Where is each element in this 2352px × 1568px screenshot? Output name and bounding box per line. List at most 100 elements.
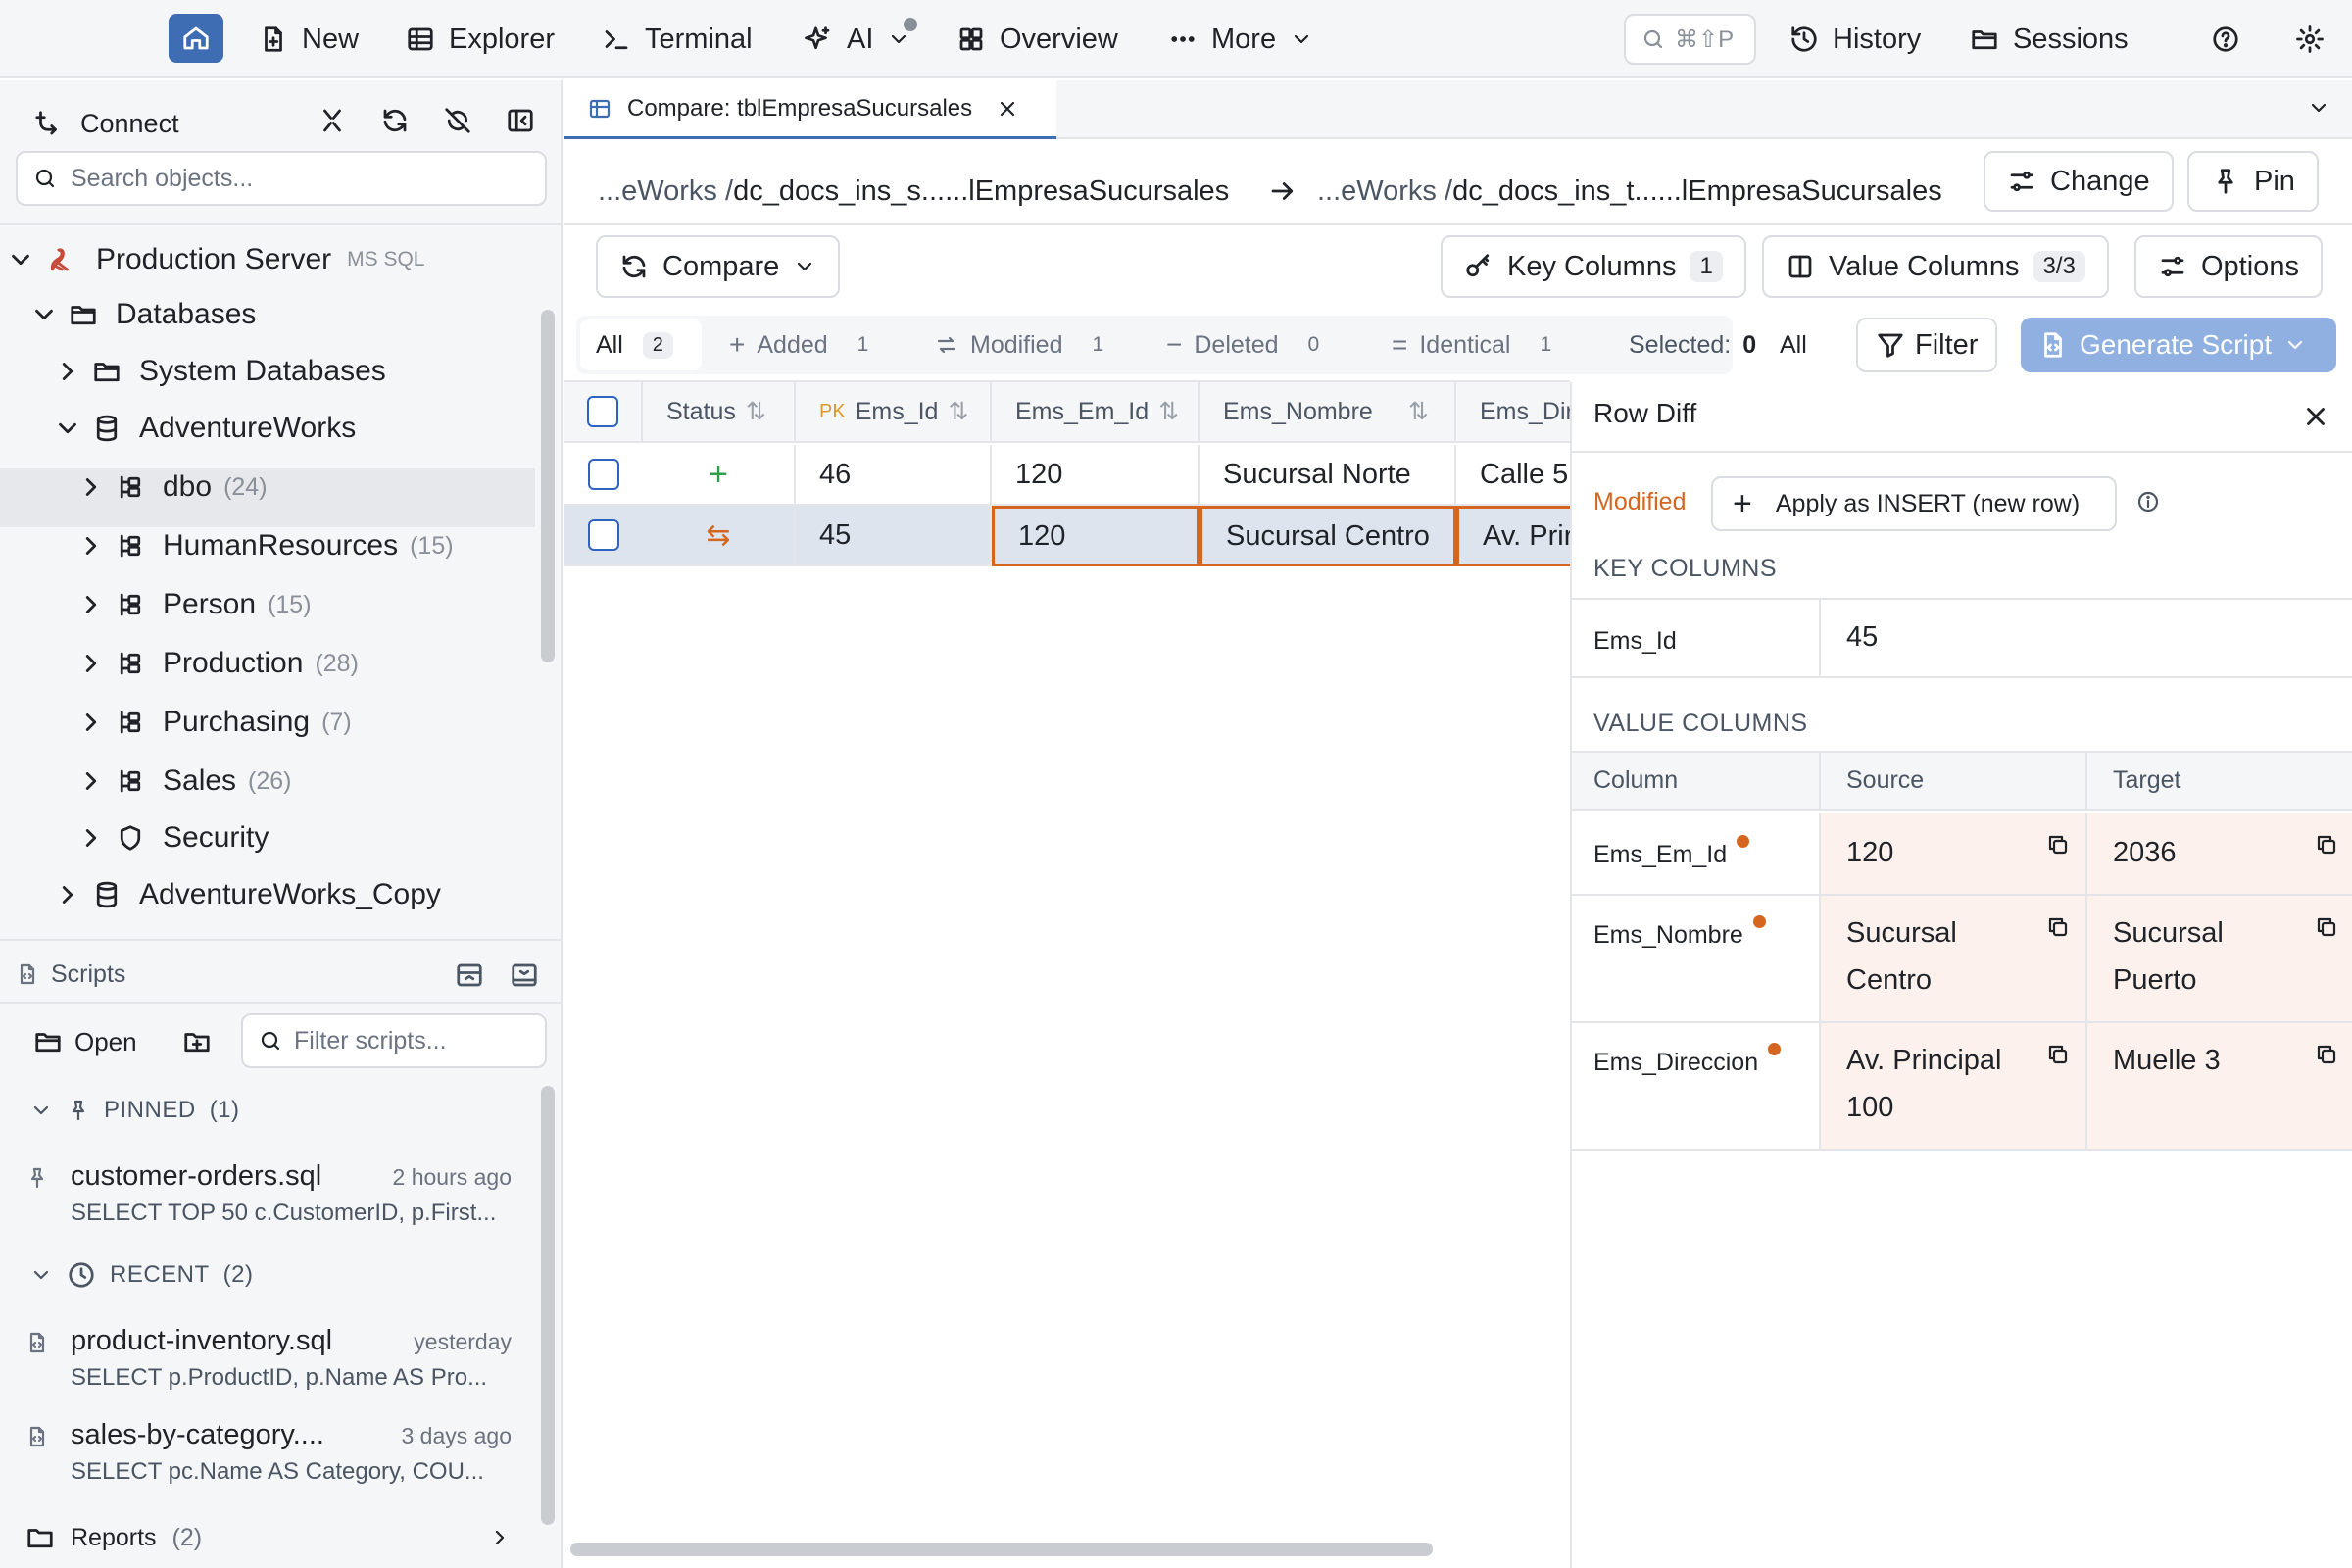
expand-panel-button[interactable] <box>510 960 539 990</box>
settings-button[interactable] <box>2289 12 2330 67</box>
script-item[interactable]: sales-by-category.... 3 days ago SELECT … <box>0 1419 545 1507</box>
terminal-button[interactable]: Terminal <box>596 12 759 67</box>
copy-icon[interactable] <box>2046 1043 2070 1066</box>
apply-insert-button[interactable]: + Apply as INSERT (new row) <box>1711 476 2117 531</box>
pin-button[interactable]: Pin <box>2187 151 2319 212</box>
row-checkbox[interactable] <box>588 459 619 490</box>
explorer-button[interactable]: Explorer <box>400 12 561 67</box>
refresh-button[interactable] <box>380 106 410 135</box>
disconnect-button[interactable] <box>318 106 347 135</box>
header-ems-direccion[interactable]: Ems_Dir <box>1456 382 1570 441</box>
ai-button[interactable]: AI <box>798 12 917 67</box>
header-status[interactable]: Status ⇅ <box>643 382 796 441</box>
recent-group[interactable]: RECENT (2) <box>29 1252 254 1298</box>
tree-schema-person[interactable]: Person (15) <box>76 576 312 633</box>
cell-ems-nombre[interactable]: Sucursal Norte <box>1200 445 1456 504</box>
tab-compare[interactable]: Compare: tblEmpresaSucursales <box>564 80 1056 139</box>
cell-ems-direccion-changed[interactable]: Av. Prir <box>1456 506 1570 566</box>
tree-schema-humanresources[interactable]: HumanResources (15) <box>76 517 454 574</box>
reports-folder[interactable]: Reports (2) <box>25 1513 512 1562</box>
generate-script-button[interactable]: Generate Script <box>2021 318 2336 372</box>
options-button[interactable]: Options <box>2134 235 2323 298</box>
new-button[interactable]: New <box>253 12 365 67</box>
tree-schema-production[interactable]: Production (28) <box>76 635 359 692</box>
tab-overflow-button[interactable] <box>2307 96 2330 120</box>
table-icon <box>408 27 433 51</box>
cell-ems-em-id-changed[interactable]: 120 <box>992 506 1200 566</box>
search-objects-input[interactable]: Search objects... <box>16 151 547 206</box>
history-button[interactable]: History <box>1784 12 1927 67</box>
row-checkbox[interactable] <box>588 519 619 551</box>
filter-scripts-input[interactable]: Filter scripts... <box>241 1013 547 1068</box>
cell-ems-nombre-changed[interactable]: Sucursal Centro <box>1200 506 1456 566</box>
reports-label: Reports <box>71 1523 157 1551</box>
collapse-all-button[interactable] <box>455 960 484 990</box>
filter-all[interactable]: All 2 <box>580 319 702 370</box>
divider <box>2085 896 2087 1021</box>
disable-sync-button[interactable] <box>443 106 472 135</box>
filter-added[interactable]: + Added 1 <box>729 320 868 369</box>
value-columns-button[interactable]: Value Columns 3/3 <box>1762 235 2109 298</box>
header-ems-em-id[interactable]: Ems_Em_Id ⇅ <box>992 382 1200 441</box>
close-row-diff-button[interactable] <box>2301 402 2330 431</box>
checkbox[interactable] <box>587 396 618 427</box>
filter-added-count: 1 <box>857 333 869 356</box>
cell-ems-id[interactable]: 46 <box>796 445 992 504</box>
scripts-scrollbar[interactable] <box>541 1086 555 1525</box>
change-button[interactable]: Change <box>1984 151 2174 212</box>
ems-em-id-header-label: Ems_Em_Id <box>1015 397 1150 425</box>
header-ems-nombre[interactable]: Ems_Nombre ⇅ <box>1200 382 1456 441</box>
command-search[interactable]: ⌘⇧P <box>1624 14 1756 65</box>
script-item[interactable]: customer-orders.sql 2 hours ago SELECT T… <box>0 1160 545 1249</box>
copy-icon[interactable] <box>2315 915 2338 939</box>
tree-schema-sales[interactable]: Sales (26) <box>76 753 292 809</box>
pinned-group[interactable]: PINNED (1) <box>29 1088 240 1133</box>
copy-icon[interactable] <box>2315 1043 2338 1066</box>
close-icon[interactable] <box>996 97 1019 121</box>
home-button[interactable] <box>169 14 223 63</box>
more-dots-icon <box>1171 36 1195 42</box>
filter-deleted[interactable]: − Deleted 0 <box>1166 320 1319 369</box>
chevron-down-icon <box>1294 34 1309 44</box>
table-row[interactable]: + 46 120 Sucursal Norte Calle 5 <box>564 445 1570 506</box>
sessions-button[interactable]: Sessions <box>1964 12 2134 67</box>
tree-system-databases[interactable]: System Databases <box>53 343 386 400</box>
header-ems-id[interactable]: PK Ems_Id ⇅ <box>796 382 992 441</box>
overview-button[interactable]: Overview <box>951 12 1124 67</box>
chevron-right-icon <box>62 886 74 904</box>
filter-modified[interactable]: Modified 1 <box>935 320 1103 369</box>
filter-button[interactable]: Filter <box>1856 318 1998 372</box>
history-icon <box>1791 26 1817 52</box>
tree-server-production[interactable]: Production Server MS SQL <box>6 231 424 288</box>
tree-scrollbar[interactable] <box>541 310 555 662</box>
cell-ems-em-id[interactable]: 120 <box>992 445 1200 504</box>
copy-icon[interactable] <box>2315 833 2338 857</box>
more-button[interactable]: More <box>1162 12 1319 67</box>
copy-icon[interactable] <box>2046 833 2070 857</box>
tree-databases[interactable]: Databases <box>29 286 256 343</box>
compare-button[interactable]: Compare <box>596 235 841 298</box>
tree-security[interactable]: Security <box>76 809 269 866</box>
cell-ems-id[interactable]: 45 <box>796 506 992 564</box>
collapse-sidebar-button[interactable] <box>506 106 535 135</box>
tree-db-adventureworks-copy[interactable]: AdventureWorks_Copy <box>53 866 441 923</box>
tree-schema-dbo[interactable]: dbo (24) <box>76 459 268 515</box>
new-folder-button[interactable] <box>182 1027 212 1056</box>
info-button[interactable] <box>2136 490 2160 514</box>
tree-db-adventureworks[interactable]: AdventureWorks <box>53 400 356 457</box>
chevron-right-icon <box>85 537 97 555</box>
divider <box>2085 813 2087 894</box>
grid-horizontal-scrollbar[interactable] <box>570 1543 1433 1556</box>
sort-icon: ⇅ <box>1158 398 1180 425</box>
open-script-button[interactable]: Open <box>33 1015 137 1068</box>
select-all-link[interactable]: All <box>1780 320 1807 369</box>
key-columns-button[interactable]: Key Columns 1 <box>1441 235 1746 298</box>
tree-schema-purchasing[interactable]: Purchasing (7) <box>76 694 352 751</box>
cell-ems-direccion[interactable]: Calle 5 <box>1456 445 1570 504</box>
table-row-selected[interactable]: ⇆ 45 120 Sucursal Centro Av. Prir <box>564 506 1570 566</box>
header-select-all[interactable] <box>564 382 643 441</box>
script-item[interactable]: product-inventory.sql yesterday SELECT p… <box>0 1325 545 1413</box>
copy-icon[interactable] <box>2046 915 2070 939</box>
help-button[interactable] <box>2205 12 2246 67</box>
filter-identical[interactable]: = Identical 1 <box>1392 320 1551 369</box>
